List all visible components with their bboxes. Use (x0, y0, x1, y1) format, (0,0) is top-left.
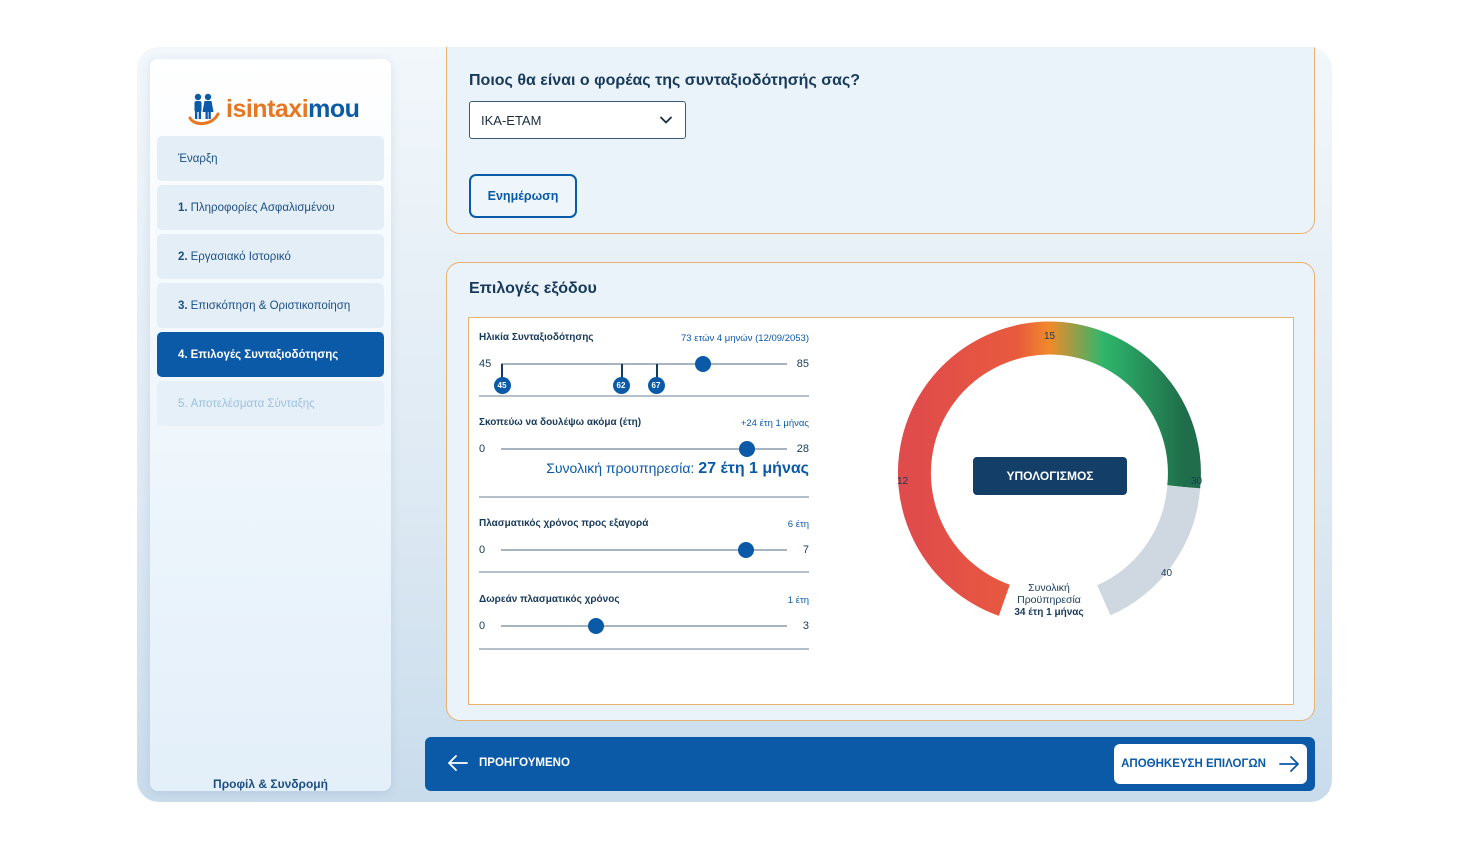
gauge-total-label-1: Συνολική (1028, 582, 1070, 594)
save-options-label: ΑΠΟΘΗΚΕΥΣΗ ΕΠΙΛΟΓΩΝ (1121, 758, 1266, 770)
arrow-right-icon (1278, 756, 1299, 772)
sidebar-item-number: 5. (178, 397, 188, 410)
gauge-tick-12: 12 (897, 476, 909, 487)
free-slider-label: Δωρεάν πλασματικός χρόνος (479, 594, 620, 605)
options-panel: Ηλικία Συνταξιοδότησης 73 ετών 4 μηνών (… (468, 317, 1294, 705)
age-slider-block: Ηλικία Συνταξιοδότησης 73 ετών 4 μηνών (… (479, 330, 809, 400)
sidebar-item-number: 2. (178, 250, 188, 263)
update-button[interactable]: Ενημέρωση (469, 174, 577, 218)
arrow-left-icon (448, 755, 468, 771)
age-pin-67[interactable]: 67 (647, 377, 665, 394)
sidebar-item-work-history[interactable]: 2. Εργασιακό Ιστορικό (157, 234, 384, 279)
exit-options-card: Επιλογές εξόδου Ηλικία Συνταξιοδότησης 7… (446, 262, 1315, 721)
sidebar-item-label: Επιλογές Συνταξιοδότησης (190, 348, 339, 361)
family-icon (188, 93, 220, 125)
sidebar-item-number: 4. (178, 348, 188, 361)
previous-button[interactable]: ΠΡΟΗΓΟΥΜΕΝΟ (447, 754, 570, 772)
gauge-tick-30: 30 (1191, 476, 1203, 487)
work-slider-block: Σκοπεύω να δουλέψω ακόμα (έτη) +24 έτη 1… (479, 415, 809, 500)
age-slider-value: 73 ετών 4 μηνών (12/09/2053) (681, 333, 809, 344)
age-slider-max: 85 (796, 358, 809, 370)
work-slider-thumb[interactable] (739, 441, 755, 457)
pin-line (656, 364, 658, 378)
sidebar-item-start[interactable]: Έναρξη (157, 136, 384, 181)
sidebar-item-label: Επισκόπηση & Οριστικοποίηση (190, 299, 351, 312)
pin-line (501, 364, 503, 378)
free-slider-value: 1 έτη (787, 595, 809, 606)
profile-subscription-link[interactable]: Προφίλ & Συνδρομή (150, 777, 391, 791)
fund-select-value: ΙΚΑ-ΕΤΑΜ (481, 112, 542, 128)
exit-options-title: Επιλογές εξόδου (469, 280, 597, 297)
sidebar-item-label: Έναρξη (178, 152, 218, 165)
free-slider-min: 0 (479, 620, 486, 632)
sidebar-item-review[interactable]: 3. Επισκόπηση & Οριστικοποίηση (157, 283, 384, 328)
work-slider-label: Σκοπεύω να δουλέψω ακόμα (έτη) (479, 417, 642, 428)
gauge-total-service: Συνολική Προϋπηρεσία 34 έτη 1 μήνας (999, 582, 1099, 619)
buy-slider-thumb[interactable] (738, 542, 754, 558)
sidebar-item-label: Αποτελέσματα Σύνταξης (190, 397, 315, 410)
sidebar-item-label: Εργασιακό Ιστορικό (190, 250, 291, 263)
total-service-value: 27 έτη 1 μήνας (698, 460, 809, 477)
free-slider-track[interactable] (501, 625, 787, 627)
free-slider-thumb[interactable] (588, 618, 604, 634)
work-slider-max: 28 (796, 443, 809, 455)
logo-text: isintaximou (226, 94, 360, 123)
sidebar-item-retirement-options[interactable]: 4. Επιλογές Συνταξιοδότησης (157, 332, 384, 377)
bottom-nav-bar: ΠΡΟΗΓΟΥΜΕΝΟ ΑΠΟΘΗΚΕΥΣΗ ΕΠΙΛΟΓΩΝ (425, 737, 1315, 791)
sidebar-item-insured-info[interactable]: 1. Πληροφορίες Ασφαλισμένου (157, 185, 384, 230)
pin-line (621, 364, 623, 378)
buy-slider-min: 0 (479, 544, 486, 556)
buy-slider-max: 7 (802, 544, 809, 556)
divider (479, 496, 809, 498)
divider (479, 571, 809, 573)
service-gauge (897, 321, 1201, 616)
age-slider-thumb[interactable] (695, 356, 711, 372)
free-slider-max: 3 (802, 620, 809, 632)
buy-slider-block: Πλασματικός χρόνος προς εξαγορά 6 έτη 0 … (479, 516, 809, 586)
sidebar-item-label: Πληροφορίες Ασφαλισμένου (190, 201, 335, 214)
app-frame: isintaximou Έναρξη 1. Πληροφορίες Ασφαλι… (137, 47, 1332, 802)
sidebar-item-results: 5. Αποτελέσματα Σύνταξης (157, 381, 384, 426)
gauge-remaining-arc (1096, 485, 1201, 616)
buy-slider-label: Πλασματικός χρόνος προς εξαγορά (479, 518, 649, 529)
logo[interactable]: isintaximou (186, 89, 360, 129)
calculate-button[interactable]: ΥΠΟΛΟΓΙΣΜΟΣ (973, 457, 1127, 495)
divider (479, 648, 809, 650)
previous-button-label: ΠΡΟΗΓΟΥΜΕΝΟ (479, 757, 570, 769)
sidebar: isintaximou Έναρξη 1. Πληροφορίες Ασφαλι… (150, 59, 391, 791)
sidebar-item-number: 3. (178, 299, 188, 312)
fund-question: Ποιος θα είναι ο φορέας της συνταξιοδότη… (469, 72, 861, 89)
gauge-tick-15: 15 (1044, 331, 1056, 342)
fund-card: Ποιος θα είναι ο φορέας της συνταξιοδότη… (446, 47, 1315, 234)
age-slider-min: 45 (479, 358, 492, 370)
gauge-total-value: 34 έτη 1 μήνας (1014, 607, 1084, 618)
fund-select[interactable]: ΙΚΑ-ΕΤΑΜ (469, 101, 686, 139)
gauge-tick-40: 40 (1161, 568, 1173, 579)
chevron-down-icon (660, 116, 672, 124)
buy-slider-value: 6 έτη (787, 519, 809, 530)
age-pin-62[interactable]: 62 (612, 377, 630, 394)
age-slider-label: Ηλικία Συνταξιοδότησης (479, 332, 594, 343)
free-slider-block: Δωρεάν πλασματικός χρόνος 1 έτη 0 3 (479, 592, 809, 662)
gauge-total-label-2: Προϋπηρεσία (1017, 594, 1081, 606)
divider (479, 395, 809, 397)
age-pin-45[interactable]: 45 (493, 377, 511, 394)
age-slider-track[interactable] (501, 363, 787, 365)
total-service-line: Συνολική προυπηρεσία: 27 έτη 1 μήνας (546, 460, 809, 478)
save-options-button[interactable]: ΑΠΟΘΗΚΕΥΣΗ ΕΠΙΛΟΓΩΝ (1114, 744, 1307, 784)
work-slider-min: 0 (479, 443, 486, 455)
sidebar-item-number: 1. (178, 201, 188, 214)
total-service-prefix: Συνολική προυπηρεσία: (546, 460, 695, 476)
work-slider-value: +24 έτη 1 μήνας (740, 418, 809, 429)
